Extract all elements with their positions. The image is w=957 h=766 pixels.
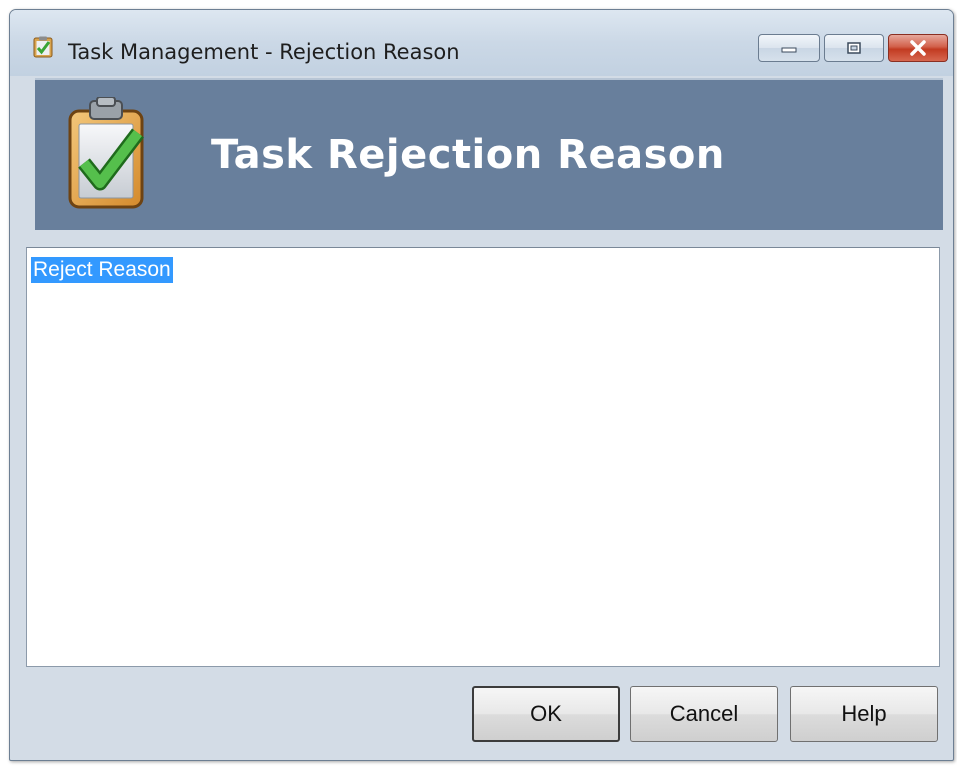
title-bar[interactable]: Task Management - Rejection Reason: [10, 10, 953, 76]
banner-title: Task Rejection Reason: [211, 132, 725, 178]
maximize-icon: [847, 42, 861, 54]
close-icon: [910, 40, 926, 56]
clipboard-check-icon: [68, 97, 144, 209]
selected-text[interactable]: Reject Reason: [31, 257, 173, 283]
header-banner: Task Rejection Reason: [35, 78, 943, 230]
maximize-button[interactable]: [824, 34, 884, 62]
close-button[interactable]: [888, 34, 948, 62]
cancel-button[interactable]: Cancel: [630, 686, 778, 742]
dialog-window: Task Management - Rejection Reason Task …: [9, 9, 954, 761]
help-button[interactable]: Help: [790, 686, 938, 742]
minimize-button[interactable]: [758, 34, 820, 62]
clipboard-check-icon: [33, 36, 53, 58]
ok-button[interactable]: OK: [472, 686, 620, 742]
minimize-icon: [781, 47, 797, 53]
rejection-reason-input[interactable]: Reject Reason: [26, 247, 940, 667]
window-title: Task Management - Rejection Reason: [68, 40, 460, 64]
